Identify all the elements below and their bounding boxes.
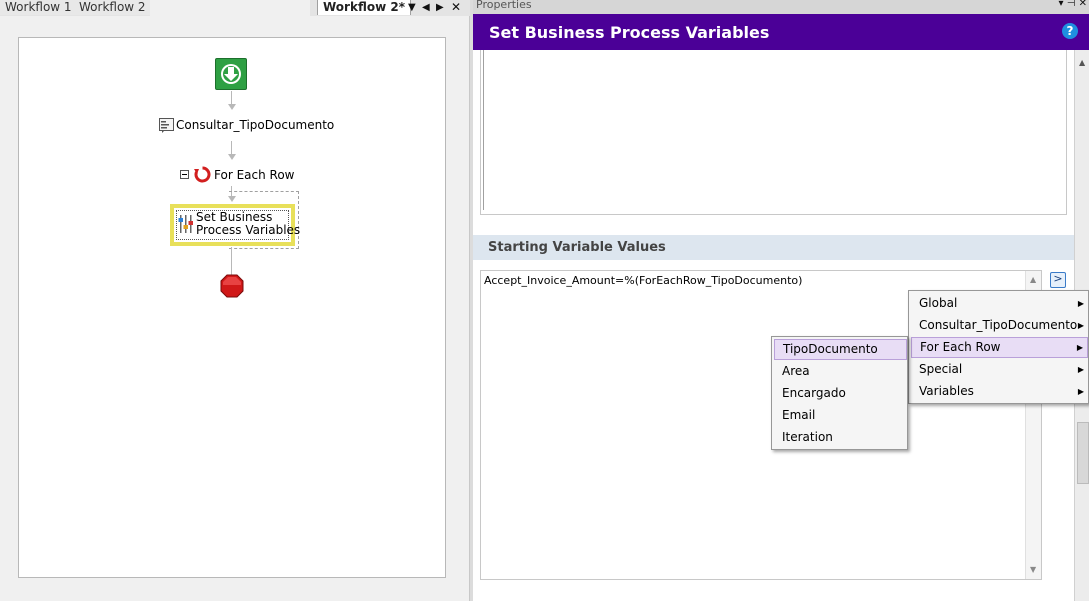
workflow-canvas[interactable]: Consultar_TipoDocumento For Each Row Set… — [18, 37, 446, 578]
properties-header-title: Set Business Process Variables — [489, 23, 770, 42]
workflow-pane: Workflow 1 Workflow 2 Workflow 2* ▼ ◀ ▶ … — [0, 0, 470, 601]
menu-item-global[interactable]: Global ▶ — [911, 293, 1088, 314]
start-node-icon[interactable] — [215, 58, 247, 90]
scroll-up-icon[interactable]: ▲ — [1030, 275, 1036, 284]
submenu-arrow-icon: ▶ — [1077, 365, 1084, 374]
starting-values-section-header: Starting Variable Values — [473, 235, 1074, 260]
submenu-item-email[interactable]: Email — [774, 405, 907, 426]
properties-header: Set Business Process Variables ? — [473, 14, 1089, 50]
menu-item-for-each-row[interactable]: For Each Row ▶ — [911, 337, 1088, 358]
loop-node-label[interactable]: For Each Row — [214, 168, 294, 182]
tab-strip-gap — [150, 0, 310, 16]
starting-values-text: Accept_Invoice_Amount=%(ForEachRow_TipoD… — [484, 274, 803, 287]
for-each-row-submenu: TipoDocumento Area Encargado Email Itera… — [771, 336, 908, 450]
submenu-arrow-icon: ▶ — [1077, 387, 1084, 396]
tab-prev-icon[interactable]: ◀ — [422, 0, 430, 15]
submenu-item-tipodocumento[interactable]: TipoDocumento — [774, 339, 907, 360]
properties-titlebar: Properties ▾ ⊣ ✕ — [473, 0, 1089, 14]
properties-panel-title: Properties — [476, 0, 532, 11]
starting-values-section-title: Starting Variable Values — [488, 240, 666, 255]
stop-node-icon[interactable] — [220, 274, 244, 298]
panel-pin-controls[interactable]: ▾ ⊣ ✕ — [1059, 0, 1087, 9]
submenu-item-encargado[interactable]: Encargado — [774, 383, 907, 404]
tab-workflow-2[interactable]: Workflow 2 — [74, 0, 152, 15]
tab-close-icon[interactable]: ✕ — [451, 0, 461, 15]
tab-workflow-2-modified[interactable]: Workflow 2* — [317, 0, 411, 15]
query-node-icon[interactable] — [159, 118, 174, 133]
variables-node-icon — [178, 214, 194, 234]
scroll-down-icon[interactable]: ▼ — [1030, 565, 1036, 574]
menu-item-variables[interactable]: Variables ▶ — [911, 381, 1088, 402]
tab-dropdown-icon[interactable]: ▼ — [408, 0, 416, 15]
upper-property-area — [480, 50, 1067, 215]
menu-item-special[interactable]: Special ▶ — [911, 359, 1088, 380]
submenu-item-area[interactable]: Area — [774, 361, 907, 382]
tab-next-icon[interactable]: ▶ — [436, 0, 444, 15]
insert-variable-button[interactable]: > — [1050, 272, 1066, 288]
loop-node-icon[interactable] — [194, 166, 211, 183]
submenu-arrow-icon: ▶ — [1076, 343, 1083, 352]
tab-workflow-1[interactable]: Workflow 1 — [0, 0, 78, 15]
collapse-toggle-icon[interactable] — [180, 170, 189, 179]
help-icon[interactable]: ? — [1062, 23, 1078, 39]
workflow-tab-bar: Workflow 1 Workflow 2 Workflow 2* ▼ ◀ ▶ … — [0, 0, 470, 16]
submenu-arrow-icon: ▶ — [1077, 299, 1084, 308]
menu-item-consultar[interactable]: Consultar_TipoDocumento ▶ — [911, 315, 1088, 336]
set-variables-node-label: Set Business Process Variables — [196, 210, 301, 237]
variable-source-menu: Global ▶ Consultar_TipoDocumento ▶ For Eac… — [908, 290, 1089, 404]
set-variables-node[interactable]: Set Business Process Variables — [170, 204, 300, 246]
query-node-label[interactable]: Consultar_TipoDocumento — [176, 118, 334, 132]
submenu-arrow-icon: ▶ — [1077, 321, 1084, 330]
submenu-item-iteration[interactable]: Iteration — [774, 427, 907, 448]
